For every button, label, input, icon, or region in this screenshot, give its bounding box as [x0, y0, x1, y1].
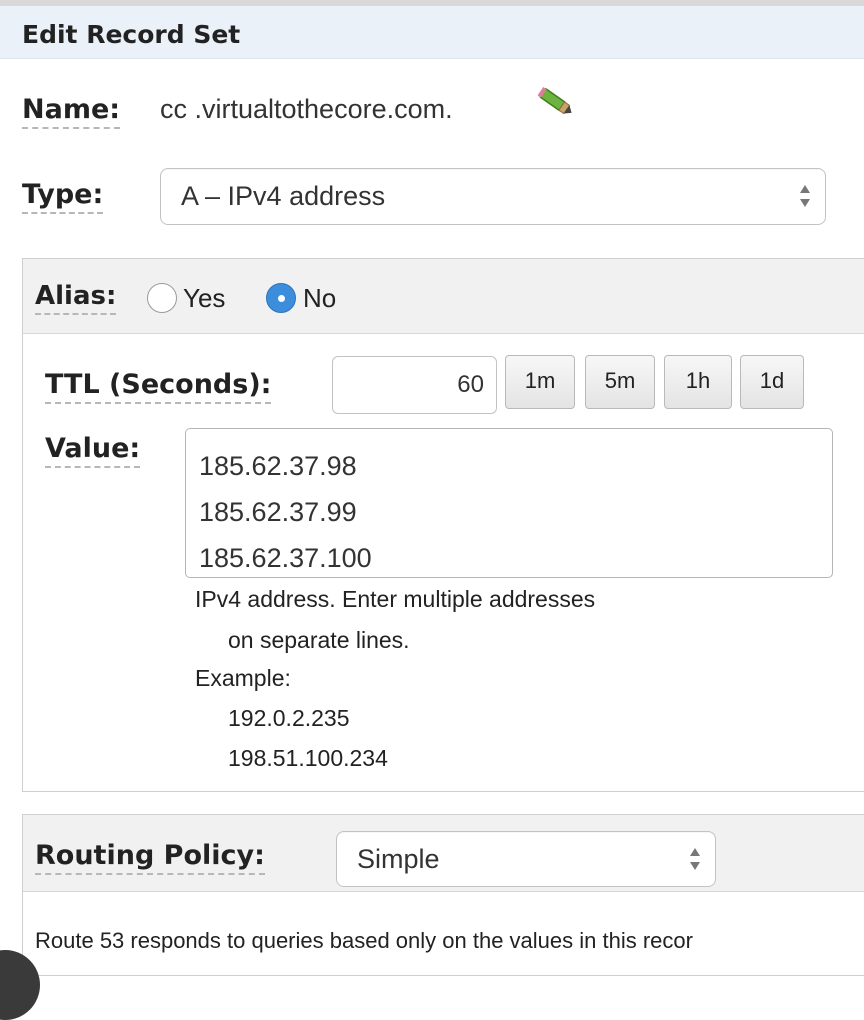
alias-row: Alias: Yes No — [23, 259, 864, 334]
alias-no-label: No — [303, 283, 337, 313]
pencil-icon[interactable] — [535, 84, 577, 120]
routing-policy-label: Routing Policy: — [35, 841, 265, 875]
ttl-1m-button[interactable]: 1m — [505, 355, 575, 409]
ttl-label: TTL (Seconds): — [45, 370, 272, 404]
value-textarea[interactable]: 185.62.37.98 185.62.37.99 185.62.37.100 — [185, 428, 833, 578]
dialog-header: Edit Record Set — [0, 6, 864, 59]
ttl-1d-button[interactable]: 1d — [740, 355, 804, 409]
alias-yes-radio[interactable] — [147, 283, 177, 313]
value-help-text-continued: on separate lines. — [228, 627, 410, 653]
example-value: 192.0.2.235 — [228, 705, 350, 731]
dialog-title: Edit Record Set — [22, 20, 241, 49]
select-arrows-icon — [690, 848, 700, 870]
value-help-text: IPv4 address. Enter multiple addresses — [195, 586, 596, 612]
type-select[interactable]: A – IPv4 address — [160, 168, 826, 225]
example-label: Example: — [195, 665, 291, 691]
routing-policy-selected-value: Simple — [357, 844, 440, 874]
alias-yes-label: Yes — [183, 283, 226, 313]
alias-label: Alias: — [35, 281, 117, 315]
select-arrows-icon — [800, 185, 810, 207]
ttl-value: 60 — [457, 371, 484, 398]
record-name-value: cc .virtualtothecore.com. — [160, 94, 453, 124]
name-label: Name: — [22, 95, 121, 129]
ttl-1h-button[interactable]: 1h — [664, 355, 732, 409]
alias-no-radio[interactable] — [266, 283, 296, 313]
routing-policy-row: Routing Policy: Simple — [23, 815, 864, 892]
value-line: 185.62.37.99 — [199, 497, 357, 527]
ttl-input[interactable]: 60 — [332, 356, 497, 414]
value-line: 185.62.37.98 — [199, 451, 357, 481]
routing-policy-description: Route 53 responds to queries based only … — [35, 928, 693, 953]
ttl-5m-button[interactable]: 5m — [585, 355, 655, 409]
type-label: Type: — [22, 180, 104, 214]
value-label: Value: — [45, 434, 141, 468]
value-line: 185.62.37.100 — [199, 543, 372, 573]
routing-policy-select[interactable]: Simple — [336, 831, 716, 887]
type-selected-value: A – IPv4 address — [181, 181, 386, 211]
example-value: 198.51.100.234 — [228, 745, 388, 771]
